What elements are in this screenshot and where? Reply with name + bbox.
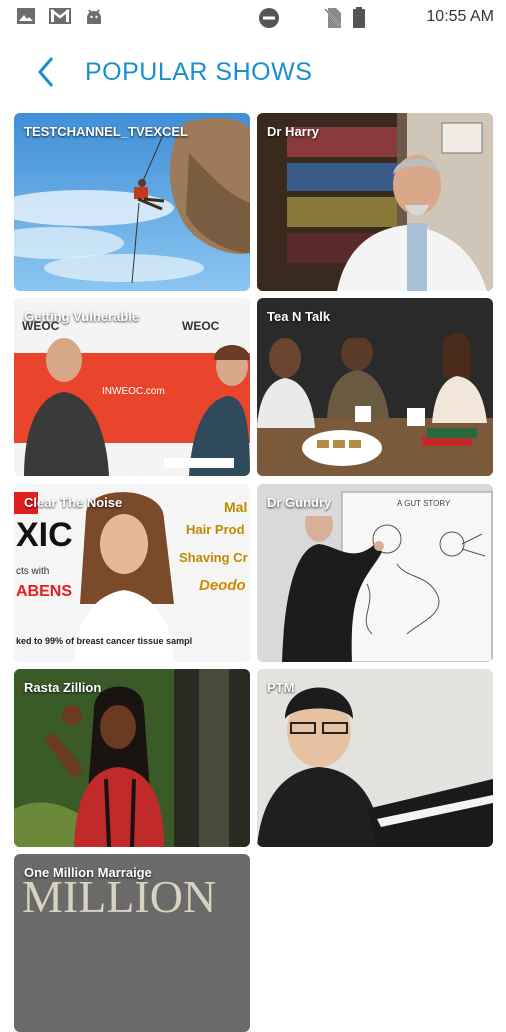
show-title: One Million Marraige xyxy=(24,865,152,880)
show-tile-dr-harry[interactable]: Dr Harry xyxy=(257,113,493,291)
show-title: Clear The Noise xyxy=(24,495,123,510)
app-bar: POPULAR SHOWS xyxy=(0,34,506,112)
show-thumbnail xyxy=(257,113,493,291)
thumb-word-toxic: XIC xyxy=(16,516,73,554)
show-tile-getting-vulnerable[interactable]: WEOC WEOC INWEOC.com Getting Vulnerable xyxy=(14,298,250,476)
show-title: Dr Harry xyxy=(267,124,320,139)
thumb-caption: ked to 99% of breast cancer tissue sampl xyxy=(16,636,192,646)
show-tile-testchannel[interactable]: TESTCHANNEL_TVEXCEL xyxy=(14,113,250,291)
status-clock: 10:55 AM xyxy=(426,8,494,25)
thumb-word-shaving: Shaving Cr xyxy=(179,550,248,565)
battery-icon xyxy=(352,7,366,34)
back-button[interactable] xyxy=(28,50,68,94)
thumb-word-mal: Mal xyxy=(224,499,247,515)
thumb-word-hair: Hair Prod xyxy=(186,522,245,537)
show-title: Getting Vulnerable xyxy=(24,309,140,324)
gmail-icon xyxy=(48,7,72,30)
show-title: TESTCHANNEL_TVEXCEL xyxy=(24,124,188,139)
android-icon xyxy=(84,7,104,32)
thumb-word-parabens: ABENS xyxy=(16,583,72,600)
page-title: POPULAR SHOWS xyxy=(85,58,313,86)
show-title: Rasta Zillion xyxy=(24,680,102,695)
status-bar: 10:55 AM xyxy=(0,0,506,34)
show-tile-rasta-zillion[interactable]: Rasta Zillion xyxy=(14,669,250,847)
show-title: Dr Gundry xyxy=(267,495,332,510)
show-tile-clear-the-noise[interactable]: XIC cts with ABENS Mal Hair Prod Shaving… xyxy=(14,484,250,662)
show-thumbnail xyxy=(14,669,250,847)
show-thumbnail xyxy=(257,669,493,847)
show-thumbnail: WEOC WEOC INWEOC.com xyxy=(14,298,250,476)
thumb-word-deodorant: Deodo xyxy=(199,577,246,594)
weoc-url: INWEOC.com xyxy=(102,386,165,397)
weoc-logo-right: WEOC xyxy=(182,319,220,333)
show-thumbnail: MILLION xyxy=(14,854,250,1032)
show-thumbnail: XIC cts with ABENS Mal Hair Prod Shaving… xyxy=(14,484,250,662)
whiteboard-title: A GUT STORY xyxy=(397,499,451,508)
show-thumbnail xyxy=(14,113,250,291)
show-title: Tea N Talk xyxy=(267,309,331,324)
show-thumbnail: A GUT STORY xyxy=(257,484,493,662)
show-tile-dr-gundry[interactable]: A GUT STORY Dr Gundry xyxy=(257,484,493,662)
image-icon xyxy=(16,7,36,30)
show-tile-tea-n-talk[interactable]: Tea N Talk xyxy=(257,298,493,476)
chevron-left-icon xyxy=(38,57,54,87)
show-tile-ptm[interactable]: PTM xyxy=(257,669,493,847)
thumb-word-cts-with: cts with xyxy=(16,566,49,577)
show-tile-one-million-marraige[interactable]: MILLION One Million Marraige xyxy=(14,854,250,1032)
no-sim-icon xyxy=(324,7,342,34)
show-title: PTM xyxy=(267,680,295,695)
do-not-disturb-icon xyxy=(258,7,280,34)
show-thumbnail xyxy=(257,298,493,476)
